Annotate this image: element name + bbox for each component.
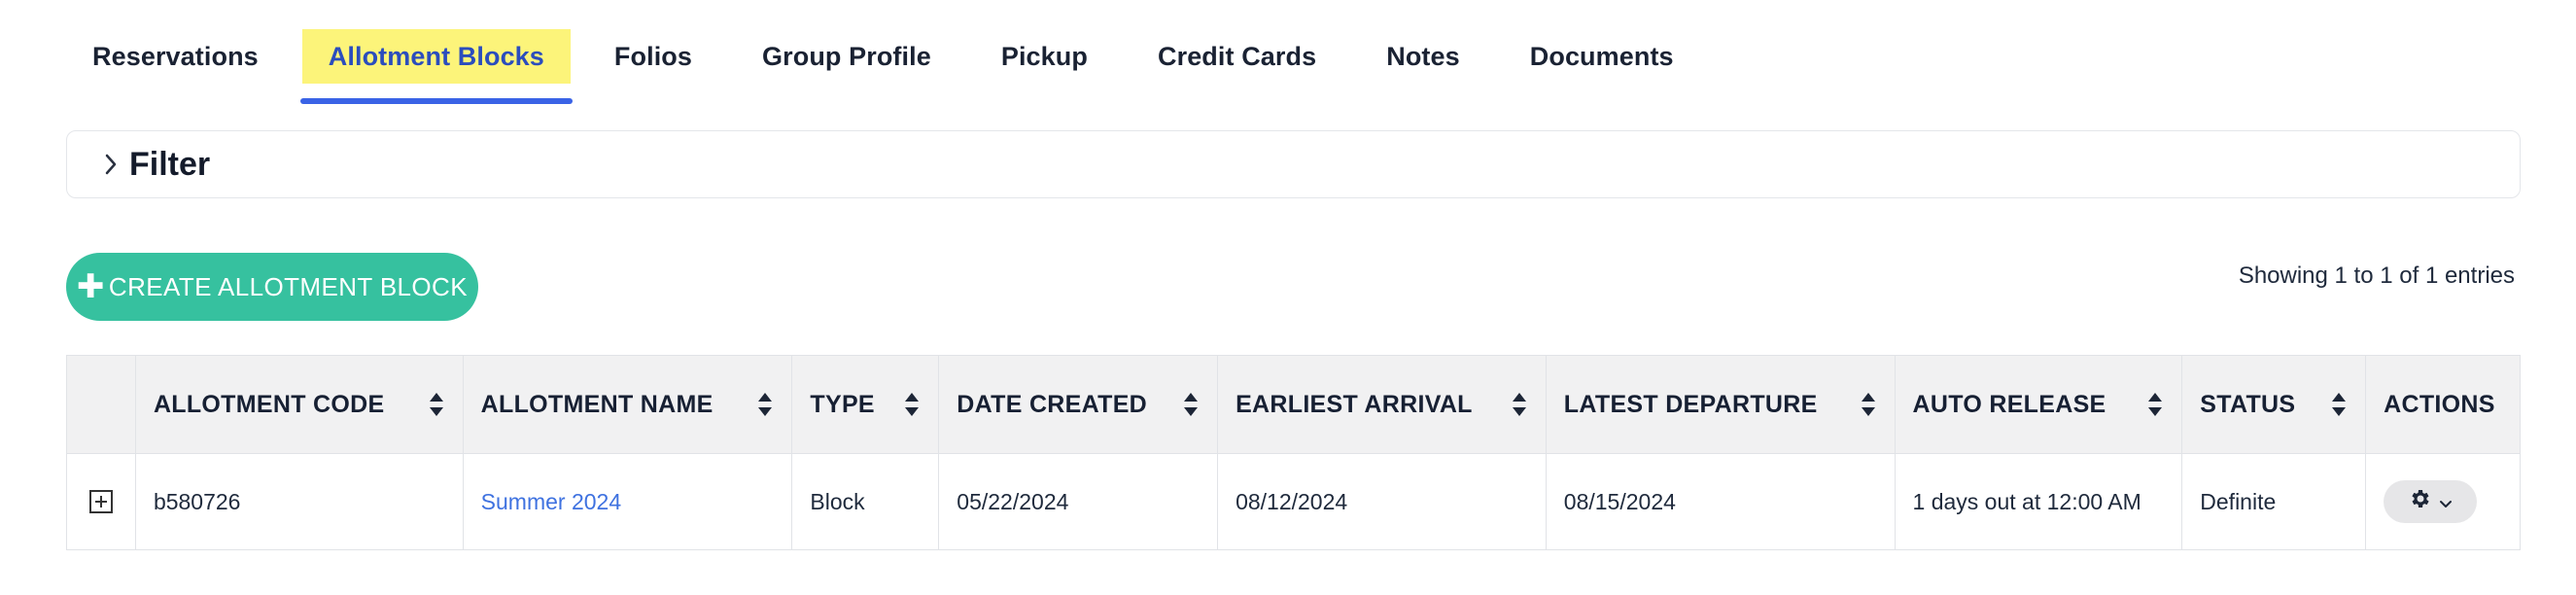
tab-reservations[interactable]: Reservations: [66, 29, 285, 84]
chevron-down-icon: [2439, 489, 2453, 515]
cell-date-created: 05/22/2024: [939, 454, 1219, 549]
chevron-right-icon[interactable]: [98, 152, 123, 177]
table-row: b580726 Summer 2024 Block 05/22/2024 08/…: [67, 454, 2520, 549]
header-latest-departure[interactable]: LATEST DEPARTURE: [1547, 356, 1896, 453]
plus-icon: ✚: [77, 268, 105, 305]
header-actions: ACTIONS: [2366, 356, 2520, 453]
expand-row-icon[interactable]: [88, 490, 113, 513]
cell-earliest-arrival: 08/12/2024: [1218, 454, 1547, 549]
sort-icon[interactable]: [2332, 393, 2347, 416]
header-label: LATEST DEPARTURE: [1563, 390, 1818, 418]
allotment-name-link[interactable]: Summer 2024: [481, 489, 621, 515]
header-allotment-code[interactable]: ALLOTMENT CODE: [136, 356, 464, 453]
sort-icon[interactable]: [905, 393, 920, 416]
tab-notes[interactable]: Notes: [1360, 29, 1486, 84]
cell-auto-release: 1 days out at 12:00 AM: [1896, 454, 2183, 549]
header-expand: [67, 356, 136, 453]
sort-icon[interactable]: [2148, 393, 2163, 416]
header-date-created[interactable]: DATE CREATED: [939, 356, 1219, 453]
cell-type: Block: [792, 454, 940, 549]
create-allotment-block-button[interactable]: ✚ CREATE ALLOTMENT BLOCK: [66, 253, 478, 321]
cell-allotment-name: Summer 2024: [464, 454, 793, 549]
header-label: STATUS: [2200, 390, 2296, 418]
header-label: ALLOTMENT CODE: [153, 390, 385, 418]
actions-dropdown-button[interactable]: [2384, 480, 2478, 523]
header-label: ALLOTMENT NAME: [480, 390, 714, 418]
tab-group-profile[interactable]: Group Profile: [736, 29, 957, 84]
cell-actions: [2366, 454, 2520, 549]
tab-allotment-blocks[interactable]: Allotment Blocks: [299, 29, 574, 104]
cell-allotment-code: b580726: [136, 454, 464, 549]
tab-folios[interactable]: Folios: [588, 29, 718, 84]
entries-info: Showing 1 to 1 of 1 entries: [2238, 262, 2515, 289]
filter-title: Filter: [129, 145, 211, 183]
sort-icon[interactable]: [758, 393, 773, 416]
filter-panel[interactable]: Filter: [66, 130, 2521, 198]
sort-icon[interactable]: [1184, 393, 1199, 416]
header-label: DATE CREATED: [957, 390, 1148, 418]
cell-latest-departure: 08/15/2024: [1547, 454, 1896, 549]
header-allotment-name[interactable]: ALLOTMENT NAME: [464, 356, 793, 453]
header-label: TYPE: [810, 390, 875, 418]
header-earliest-arrival[interactable]: EARLIEST ARRIVAL: [1218, 356, 1547, 453]
table-header: ALLOTMENT CODE ALLOTMENT NAME TYPE DATE …: [67, 356, 2520, 454]
tab-bar: Reservations Allotment Blocks Folios Gro…: [66, 29, 1718, 107]
tab-credit-cards[interactable]: Credit Cards: [1131, 29, 1342, 84]
header-status[interactable]: STATUS: [2182, 356, 2367, 453]
sort-icon[interactable]: [1512, 393, 1526, 416]
tab-pickup[interactable]: Pickup: [975, 29, 1114, 84]
header-label: AUTO RELEASE: [1912, 390, 2106, 418]
header-label: ACTIONS: [2384, 390, 2495, 418]
sort-icon[interactable]: [1861, 393, 1875, 416]
expand-cell: [67, 454, 136, 549]
header-type[interactable]: TYPE: [792, 356, 940, 453]
allotment-table: ALLOTMENT CODE ALLOTMENT NAME TYPE DATE …: [66, 355, 2521, 550]
gear-icon: [2408, 487, 2431, 516]
cell-status: Definite: [2182, 454, 2367, 549]
tab-documents[interactable]: Documents: [1504, 29, 1700, 84]
header-auto-release[interactable]: AUTO RELEASE: [1896, 356, 2183, 453]
header-label: EARLIEST ARRIVAL: [1236, 390, 1473, 418]
sort-icon[interactable]: [429, 393, 443, 416]
create-allotment-block-label: CREATE ALLOTMENT BLOCK: [108, 271, 468, 301]
